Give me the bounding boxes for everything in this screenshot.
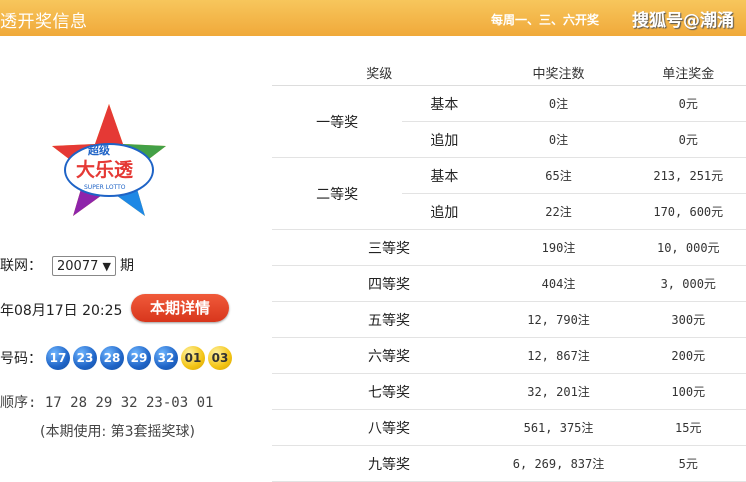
winner-count: 0注 <box>486 121 631 158</box>
issue-label: 联网： <box>0 258 42 274</box>
winner-count: 561, 375注 <box>486 409 631 446</box>
prize-level: 一等奖 <box>272 85 403 158</box>
prize-sub: 追加 <box>402 193 487 230</box>
issue-select[interactable]: 20077 ▼ <box>52 256 116 276</box>
prize-level: 三等奖 <box>272 229 487 266</box>
super-lotto-logo: 超级 大乐透 SUPER LOTTO <box>52 104 166 216</box>
prize-amount: 300元 <box>630 301 746 338</box>
prize-amount: 3, 000元 <box>630 265 746 302</box>
winner-count: 0注 <box>486 85 631 122</box>
header-amount: 单注奖金 <box>630 60 746 86</box>
front-ball: 17 <box>46 346 70 370</box>
logo-top-text: 超级 <box>87 143 111 157</box>
draw-date-row: 年08月17日 20:25 本期详情 <box>0 294 229 322</box>
table-row: 五等奖 12, 790注 300元 <box>272 301 746 338</box>
prize-sub: 基本 <box>402 157 487 194</box>
winner-count: 65注 <box>486 157 631 194</box>
prize-level: 五等奖 <box>272 301 487 338</box>
issue-row: 联网： 20077 ▼ 期 <box>0 255 134 276</box>
issue-value: 20077 <box>57 259 99 274</box>
issue-suffix: 期 <box>120 258 134 274</box>
draw-date: 年08月17日 20:25 <box>0 303 123 319</box>
prize-amount: 200元 <box>630 337 746 374</box>
prize-amount: 213, 251元 <box>630 157 746 194</box>
table-row: 九等奖 6, 269, 837注 5元 <box>272 445 746 482</box>
prize-amount: 100元 <box>630 373 746 410</box>
front-ball: 23 <box>73 346 97 370</box>
logo-main-text: 大乐透 <box>76 158 134 181</box>
prize-sub: 追加 <box>402 121 487 158</box>
table-row: 八等奖 561, 375注 15元 <box>272 409 746 446</box>
draw-order: 顺序: 17 28 29 32 23-03 01 <box>0 395 214 411</box>
winning-numbers-row: 号码： 17 23 28 29 32 01 03 <box>0 346 235 370</box>
header-bar: 透开奖信息 每周一、三、六开奖 搜狐号@潮涌 <box>0 0 746 36</box>
numbers-label: 号码： <box>0 351 42 367</box>
prize-level: 八等奖 <box>272 409 487 446</box>
winner-count: 12, 867注 <box>486 337 631 374</box>
winner-count: 6, 269, 837注 <box>486 445 631 482</box>
prize-amount: 0元 <box>630 121 746 158</box>
logo-sub-text: SUPER LOTTO <box>84 184 126 191</box>
prize-level: 九等奖 <box>272 445 487 482</box>
prize-amount: 170, 600元 <box>630 193 746 230</box>
draw-schedule: 每周一、三、六开奖 <box>491 13 600 27</box>
table-row: 三等奖 190注 10, 000元 <box>272 229 746 266</box>
prize-sub: 基本 <box>402 85 487 122</box>
prize-amount: 5元 <box>630 445 746 482</box>
winner-count: 12, 790注 <box>486 301 631 338</box>
winner-count: 404注 <box>486 265 631 302</box>
winner-count: 32, 201注 <box>486 373 631 410</box>
front-ball: 32 <box>154 346 178 370</box>
watermark: 搜狐号@潮涌 <box>632 11 734 31</box>
chevron-down-icon: ▼ <box>102 260 111 273</box>
table-row: 四等奖 404注 3, 000元 <box>272 265 746 302</box>
table-row: 一等奖 基本 0注 0元 <box>272 85 746 158</box>
prize-level: 七等奖 <box>272 373 487 410</box>
prize-table: 奖级 中奖注数 单注奖金 一等奖 基本 0注 0元 追加 0注 0元 二等奖 基… <box>272 60 746 482</box>
detail-button[interactable]: 本期详情 <box>131 294 229 322</box>
front-ball: 28 <box>100 346 124 370</box>
header-level: 奖级 <box>272 60 487 86</box>
prize-amount: 10, 000元 <box>630 229 746 266</box>
back-ball: 01 <box>181 346 205 370</box>
ball-set-note: (本期使用: 第3套摇奖球) <box>40 424 195 440</box>
winner-count: 22注 <box>486 193 631 230</box>
winner-count: 190注 <box>486 229 631 266</box>
back-ball: 03 <box>208 346 232 370</box>
prize-level: 六等奖 <box>272 337 487 374</box>
prize-level: 四等奖 <box>272 265 487 302</box>
prize-amount: 0元 <box>630 85 746 122</box>
table-row: 七等奖 32, 201注 100元 <box>272 373 746 410</box>
page-title: 透开奖信息 <box>0 12 88 32</box>
header-count: 中奖注数 <box>486 60 631 86</box>
table-row: 六等奖 12, 867注 200元 <box>272 337 746 374</box>
prize-amount: 15元 <box>630 409 746 446</box>
prize-level: 二等奖 <box>272 157 403 230</box>
table-header-row: 奖级 中奖注数 单注奖金 <box>272 60 746 86</box>
table-row: 二等奖 基本 65注 213, 251元 <box>272 157 746 230</box>
front-ball: 29 <box>127 346 151 370</box>
